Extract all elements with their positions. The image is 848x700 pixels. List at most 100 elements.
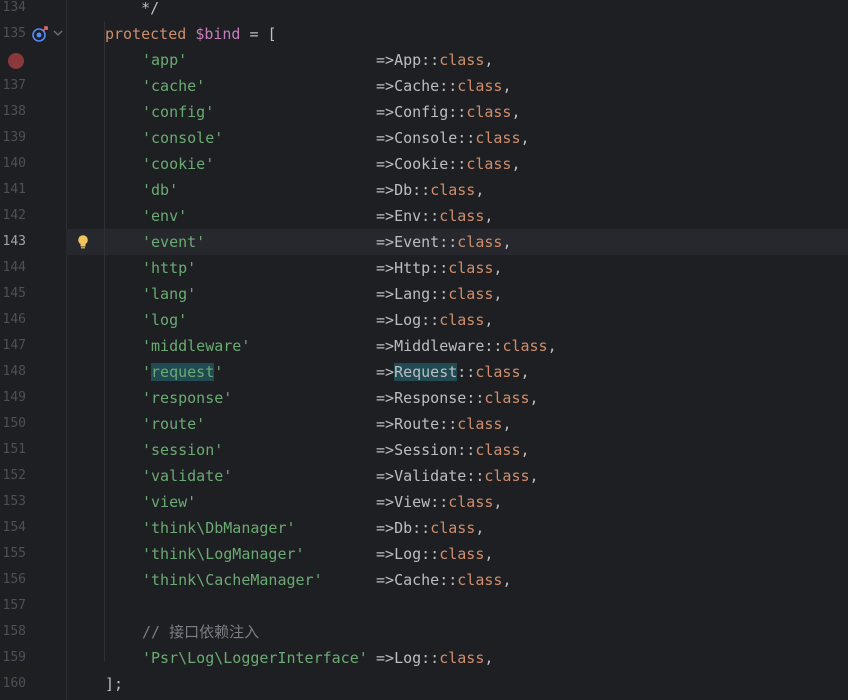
class-name-token: Response bbox=[394, 389, 467, 407]
gutter[interactable]: 140 bbox=[0, 151, 66, 177]
scope-resolution-token: :: bbox=[457, 129, 476, 147]
gutter[interactable]: 153 bbox=[0, 489, 66, 515]
intention-bulb-icon[interactable] bbox=[76, 234, 90, 250]
class-name-token: Event bbox=[394, 233, 440, 251]
comma-token: , bbox=[502, 233, 512, 251]
gutter[interactable]: 159 bbox=[0, 645, 66, 671]
gutter[interactable]: 135 bbox=[0, 21, 66, 47]
code-line[interactable]: 147 'middleware' =>Middleware::class, bbox=[0, 333, 848, 359]
gutter[interactable]: 147 bbox=[0, 333, 66, 359]
gutter[interactable]: 138 bbox=[0, 99, 66, 125]
code-line[interactable]: 144 'http' =>Http::class, bbox=[0, 255, 848, 281]
comma-token: , bbox=[484, 545, 494, 563]
gutter[interactable]: 145 bbox=[0, 281, 66, 307]
code-line[interactable]: 139 'console' =>Console::class, bbox=[0, 125, 848, 151]
gutter[interactable]: 149 bbox=[0, 385, 66, 411]
array-value: =>Log::class, bbox=[376, 541, 493, 567]
code-line[interactable]: 142 'env' =>Env::class, bbox=[0, 203, 848, 229]
gutter[interactable]: 142 bbox=[0, 203, 66, 229]
arrow-operator: => bbox=[376, 181, 395, 199]
code-line[interactable]: 148 'request' =>Request::class, bbox=[0, 359, 848, 385]
class-name-token: Validate bbox=[394, 467, 467, 485]
array-key-string: 'think\LogManager' bbox=[142, 545, 305, 563]
gutter[interactable]: 160 bbox=[0, 671, 66, 697]
array-value: =>Event::class, bbox=[376, 229, 511, 255]
code-line[interactable]: 141 'db' =>Db::class, bbox=[0, 177, 848, 203]
gutter[interactable]: 141 bbox=[0, 177, 66, 203]
scope-resolution-token: :: bbox=[448, 155, 467, 173]
code-line[interactable]: 154 'think\DbManager' =>Db::class, bbox=[0, 515, 848, 541]
gutter[interactable]: 150 bbox=[0, 411, 66, 437]
code-line[interactable]: 137 'cache' =>Cache::class, bbox=[0, 73, 848, 99]
line-number: 150 bbox=[2, 416, 26, 431]
code-line[interactable]: 145 'lang' =>Lang::class, bbox=[0, 281, 848, 307]
gutter[interactable]: 146 bbox=[0, 307, 66, 333]
code-line[interactable]: 136 'app' =>App::class, bbox=[0, 47, 848, 73]
code-line[interactable]: 143 'event' =>Event::class, bbox=[0, 229, 848, 255]
gutter[interactable]: 136 bbox=[0, 47, 66, 73]
class-name-token: Http bbox=[394, 259, 431, 277]
array-value: =>Cookie::class, bbox=[376, 151, 521, 177]
code-line[interactable]: 140 'cookie' =>Cookie::class, bbox=[0, 151, 848, 177]
fold-chevron-icon[interactable] bbox=[52, 27, 64, 39]
gutter[interactable]: 134 bbox=[0, 0, 66, 21]
code-line[interactable]: 156 'think\CacheManager' =>Cache::class, bbox=[0, 567, 848, 593]
code-line[interactable]: 150 'route' =>Route::class, bbox=[0, 411, 848, 437]
arrow-operator: => bbox=[376, 493, 395, 511]
scope-resolution-token: :: bbox=[421, 545, 440, 563]
code-line[interactable]: 149 'response' =>Response::class, bbox=[0, 385, 848, 411]
line-number: 154 bbox=[2, 520, 26, 535]
line-number: 134 bbox=[2, 0, 26, 15]
gutter[interactable]: 152 bbox=[0, 463, 66, 489]
class-keyword-token: class bbox=[502, 337, 548, 355]
gutter[interactable]: 157 bbox=[0, 593, 66, 619]
code-line[interactable]: 159 'Psr\Log\LoggerInterface' =>Log::class… bbox=[0, 645, 848, 671]
gutter[interactable]: 137 bbox=[0, 73, 66, 99]
class-name-token: Cookie bbox=[394, 155, 449, 173]
line-number: 151 bbox=[2, 442, 26, 457]
gutter[interactable]: 158 bbox=[0, 619, 66, 645]
code-line[interactable]: 155 'think\LogManager' =>Log::class, bbox=[0, 541, 848, 567]
breakpoint-icon[interactable] bbox=[8, 53, 24, 69]
arrow-operator: => bbox=[376, 519, 395, 537]
gutter[interactable]: 154 bbox=[0, 515, 66, 541]
code-editor[interactable]: 134 */135protected $bind = [136'app'=>Ap… bbox=[0, 0, 848, 697]
scope-resolution-token: :: bbox=[457, 441, 476, 459]
comma-token: , bbox=[475, 519, 485, 537]
code-line[interactable]: 146 'log' =>Log::class, bbox=[0, 307, 848, 333]
gutter[interactable]: 155 bbox=[0, 541, 66, 567]
code-line[interactable]: 134 */ bbox=[0, 0, 848, 21]
arrow-operator: => bbox=[376, 77, 395, 95]
comma-token: , bbox=[502, 571, 512, 589]
gutter[interactable]: 143 bbox=[0, 229, 88, 255]
code-line[interactable]: 157 bbox=[0, 593, 848, 619]
scope-resolution-token: :: bbox=[412, 181, 431, 199]
class-name-token: Lang bbox=[394, 285, 431, 303]
code-line[interactable]: 152 'validate' =>Validate::class, bbox=[0, 463, 848, 489]
class-keyword-token: class bbox=[439, 51, 485, 69]
array-key-string: 'lang' bbox=[142, 285, 197, 303]
gutter[interactable]: 151 bbox=[0, 437, 66, 463]
gutter[interactable]: 144 bbox=[0, 255, 66, 281]
gutter[interactable]: 139 bbox=[0, 125, 66, 151]
arrow-operator: => bbox=[376, 545, 395, 563]
class-keyword-token: class bbox=[448, 493, 494, 511]
gutter[interactable]: 148 bbox=[0, 359, 66, 385]
array-key-string: 'config' bbox=[142, 103, 215, 121]
code-line[interactable]: 151 'session' =>Session::class, bbox=[0, 437, 848, 463]
gutter[interactable]: 156 bbox=[0, 567, 66, 593]
implementation-target-icon[interactable] bbox=[31, 25, 49, 43]
class-keyword-token: class bbox=[466, 155, 512, 173]
code-line[interactable]: 158 // 接口依赖注入 bbox=[0, 619, 848, 645]
class-name-token: Db bbox=[394, 181, 413, 199]
array-key-string: 'env' bbox=[142, 207, 188, 225]
code-line[interactable]: 153 'view' =>View::class, bbox=[0, 489, 848, 515]
arrow-operator: => bbox=[376, 337, 395, 355]
code-line[interactable]: 160]; bbox=[0, 671, 848, 697]
arrow-operator: => bbox=[376, 649, 395, 667]
array-value: =>Log::class, bbox=[376, 307, 493, 333]
code-line[interactable]: 138 'config' =>Config::class, bbox=[0, 99, 848, 125]
code-line[interactable]: 135 protected $bind = [ bbox=[0, 21, 848, 47]
scope-resolution-token: :: bbox=[430, 285, 449, 303]
code-content: */ bbox=[105, 0, 159, 21]
